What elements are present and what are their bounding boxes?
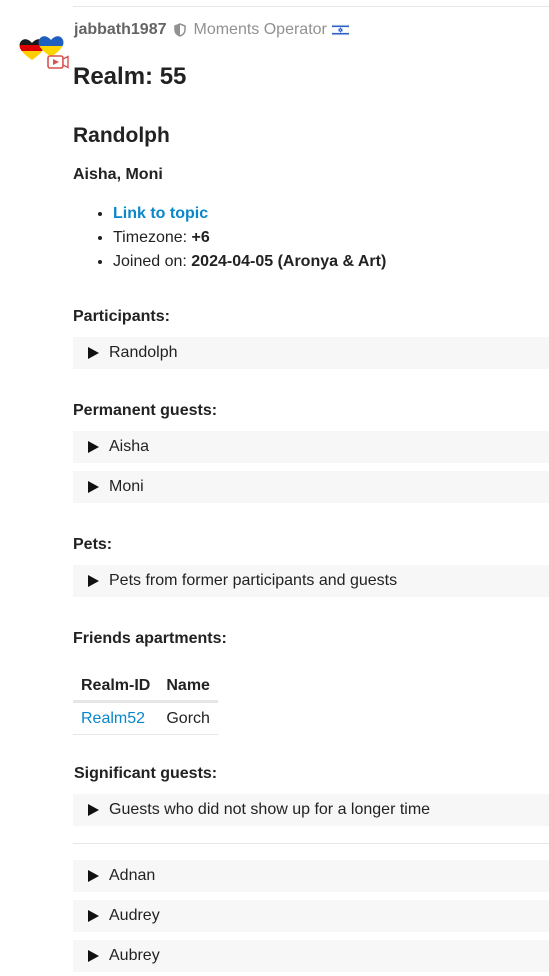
participant-collapsible[interactable]: Randolph xyxy=(73,337,549,369)
meta-list: Link to topic Timezone: +6 Joined on: 20… xyxy=(73,202,386,274)
triangle-right-icon xyxy=(88,347,99,359)
participants-label: Participants: xyxy=(73,308,170,325)
triangle-right-icon xyxy=(88,481,99,493)
collapsible-label: Aubrey xyxy=(109,947,160,964)
column-header: Name xyxy=(158,672,218,703)
user-avatar[interactable] xyxy=(18,35,70,69)
realm-link[interactable]: Realm52 xyxy=(81,710,145,727)
collapsible-label: Aisha xyxy=(109,438,150,455)
topic-link[interactable]: Link to topic xyxy=(113,205,208,222)
joined-value: 2024-04-05 (Aronya & Art) xyxy=(191,253,387,270)
guest-collapsible[interactable]: Adnan xyxy=(73,860,549,892)
table-row: Realm52 Gorch xyxy=(73,701,218,735)
video-badge-icon xyxy=(47,55,69,69)
shield-icon xyxy=(174,23,187,37)
triangle-right-icon xyxy=(88,870,99,882)
ukrainian-flag-heart-icon xyxy=(38,36,64,57)
guest-collapsible[interactable]: Aubrey xyxy=(73,940,549,972)
list-item: Timezone: +6 xyxy=(113,226,386,250)
author-title: Moments Operator xyxy=(193,21,327,38)
friends-apartments-label: Friends apartments: xyxy=(73,630,227,647)
timezone-value: +6 xyxy=(191,229,210,246)
permanent-guests-label: Permanent guests: xyxy=(73,402,218,419)
triangle-right-icon xyxy=(88,910,99,922)
post-header: jabbath1987 Moments Operator xyxy=(74,20,349,40)
collapsible-label: Pets from former participants and guests xyxy=(109,572,398,589)
top-divider xyxy=(73,6,549,7)
joined-label: Joined on: xyxy=(113,253,192,270)
collapsible-label: Audrey xyxy=(109,907,160,924)
israel-flag-icon xyxy=(331,24,349,36)
significant-guests-label: Significant guests: xyxy=(74,765,218,782)
realm-heading: Realm: 55 xyxy=(73,63,187,90)
collapsible-label: Moni xyxy=(109,478,144,495)
list-item: Link to topic xyxy=(113,202,386,226)
friends-table: Realm-ID Name Realm52 Gorch xyxy=(73,672,218,735)
timezone-label: Timezone: xyxy=(113,229,192,246)
column-header: Realm-ID xyxy=(73,672,159,703)
realm-id-cell: Realm52 xyxy=(73,701,159,735)
triangle-right-icon xyxy=(88,804,99,816)
guest-collapsible[interactable]: Audrey xyxy=(73,900,549,932)
collapsible-label: Adnan xyxy=(109,867,156,884)
guest-names: Aisha, Moni xyxy=(73,166,163,183)
member-heading: Randolph xyxy=(73,124,170,147)
collapsible-label: Guests who did not show up for a longer … xyxy=(109,801,431,818)
list-item: Joined on: 2024-04-05 (Aronya & Art) xyxy=(113,250,386,274)
pets-collapsible[interactable]: Pets from former participants and guests xyxy=(73,565,549,597)
name-cell: Gorch xyxy=(158,701,218,735)
guest-collapsible[interactable]: Aisha xyxy=(73,431,549,463)
triangle-right-icon xyxy=(88,950,99,962)
guest-collapsible[interactable]: Moni xyxy=(73,471,549,503)
triangle-right-icon xyxy=(88,441,99,453)
triangle-right-icon xyxy=(88,575,99,587)
section-divider xyxy=(73,843,549,844)
table-header-row: Realm-ID Name xyxy=(73,672,218,703)
significant-guests-collapsible[interactable]: Guests who did not show up for a longer … xyxy=(73,794,549,826)
collapsible-label: Randolph xyxy=(109,344,178,361)
pets-label: Pets: xyxy=(73,536,113,553)
author-username[interactable]: jabbath1987 xyxy=(74,21,166,39)
